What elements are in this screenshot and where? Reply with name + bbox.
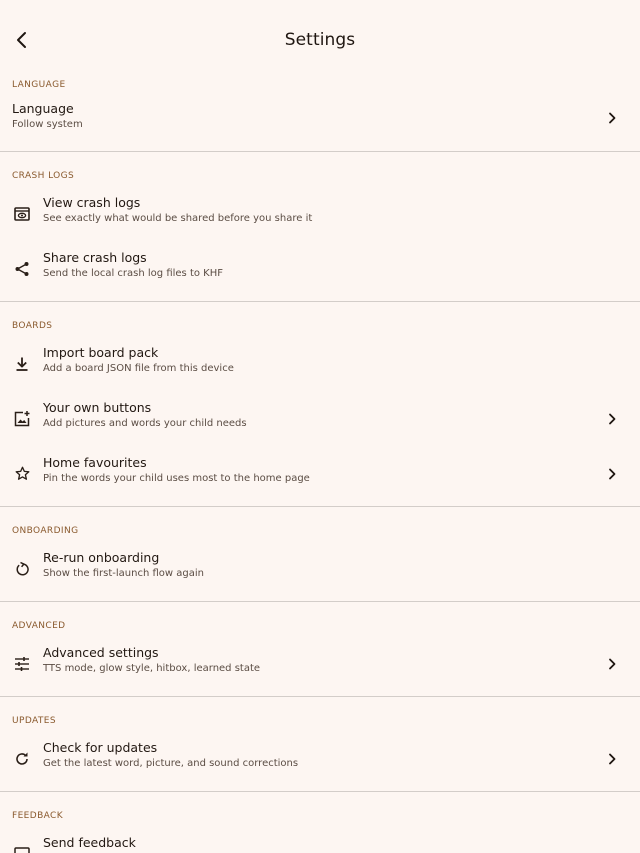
section-label-advanced: ADVANCED bbox=[12, 621, 66, 631]
section-label-language: LANGUAGE bbox=[12, 80, 66, 90]
row-texts: Your own buttons Add pictures and words … bbox=[43, 400, 247, 431]
arrow-back-icon bbox=[15, 31, 29, 49]
row-texts: Share crash logs Send the local crash lo… bbox=[43, 250, 223, 281]
page-title: Settings bbox=[284, 30, 356, 50]
section-label-feedback: FEEDBACK bbox=[12, 811, 64, 821]
section-label-crash-logs: CRASH LOGS bbox=[12, 171, 75, 181]
settings-screen: Settings LANGUAGE Language Follow system… bbox=[0, 0, 640, 853]
settings-row-your-own-buttons[interactable]: Your own buttons Add pictures and words … bbox=[0, 391, 640, 446]
chevron-right-icon bbox=[606, 110, 618, 126]
row-title: View crash logs bbox=[43, 195, 141, 210]
row-texts: Language Follow system bbox=[12, 101, 83, 132]
settings-row-advanced-settings[interactable]: Advanced settings TTS mode, glow style, … bbox=[0, 636, 640, 691]
settings-row-send-feedback[interactable]: Send feedback bbox=[0, 826, 640, 853]
row-texts: Home favourites Pin the words your child… bbox=[43, 455, 310, 486]
row-texts: Re-run onboarding Show the first-launch … bbox=[43, 550, 204, 581]
row-title: Home favourites bbox=[43, 455, 147, 470]
row-subtitle: Pin the words your child uses most to th… bbox=[43, 473, 310, 484]
chevron-right-icon bbox=[606, 466, 618, 482]
settings-row-share-crash-logs[interactable]: Share crash logs Send the local crash lo… bbox=[0, 241, 640, 296]
section-label-onboarding: ONBOARDING bbox=[12, 526, 79, 536]
row-title: Your own buttons bbox=[43, 400, 152, 415]
add-photo-icon bbox=[12, 409, 32, 429]
settings-row-rerun-onboarding[interactable]: Re-run onboarding Show the first-launch … bbox=[0, 541, 640, 596]
row-texts: Send feedback bbox=[43, 835, 136, 851]
settings-row-import-board-pack[interactable]: Import board pack Add a board JSON file … bbox=[0, 336, 640, 391]
section-label-updates: UPDATES bbox=[12, 716, 56, 726]
settings-row-check-for-updates[interactable]: Check for updates Get the latest word, p… bbox=[0, 731, 640, 786]
row-texts: Import board pack Add a board JSON file … bbox=[43, 345, 234, 376]
top-app-bar: Settings bbox=[0, 0, 640, 80]
tune-icon bbox=[12, 654, 32, 674]
row-subtitle: Send the local crash log files to KHF bbox=[43, 268, 223, 279]
row-texts: View crash logs See exactly what would b… bbox=[43, 195, 312, 226]
settings-row-language[interactable]: Language Follow system bbox=[0, 100, 640, 151]
preview-icon bbox=[12, 204, 32, 224]
row-subtitle: TTS mode, glow style, hitbox, learned st… bbox=[43, 663, 261, 674]
feedback-icon bbox=[12, 844, 32, 853]
row-texts: Check for updates Get the latest word, p… bbox=[43, 740, 298, 771]
chevron-right-icon bbox=[606, 656, 618, 672]
settings-row-home-favourites[interactable]: Home favourites Pin the words your child… bbox=[0, 446, 640, 501]
row-subtitle: Show the first-launch flow again bbox=[43, 568, 204, 579]
row-title: Advanced settings bbox=[43, 645, 159, 660]
row-subtitle: Follow system bbox=[12, 119, 83, 130]
row-title: Language bbox=[12, 101, 74, 116]
row-subtitle: Get the latest word, picture, and sound … bbox=[43, 758, 299, 769]
section-label-boards: BOARDS bbox=[12, 321, 53, 331]
row-subtitle: Add pictures and words your child needs bbox=[43, 418, 247, 429]
share-icon bbox=[12, 259, 32, 279]
back-button[interactable] bbox=[8, 24, 36, 56]
row-title: Re-run onboarding bbox=[43, 550, 160, 565]
refresh-icon bbox=[12, 749, 32, 769]
row-title: Send feedback bbox=[43, 835, 136, 850]
chevron-right-icon bbox=[606, 411, 618, 427]
row-title: Share crash logs bbox=[43, 250, 147, 265]
row-subtitle: Add a board JSON file from this device bbox=[43, 363, 234, 374]
download-icon bbox=[12, 354, 32, 374]
settings-row-view-crash-logs[interactable]: View crash logs See exactly what would b… bbox=[0, 186, 640, 241]
row-texts: Advanced settings TTS mode, glow style, … bbox=[43, 645, 260, 676]
row-title: Import board pack bbox=[43, 345, 159, 360]
restart-icon bbox=[12, 559, 32, 579]
chevron-right-icon bbox=[606, 751, 618, 767]
star-icon bbox=[12, 464, 32, 484]
row-title: Check for updates bbox=[43, 740, 158, 755]
row-subtitle: See exactly what would be shared before … bbox=[43, 213, 313, 224]
